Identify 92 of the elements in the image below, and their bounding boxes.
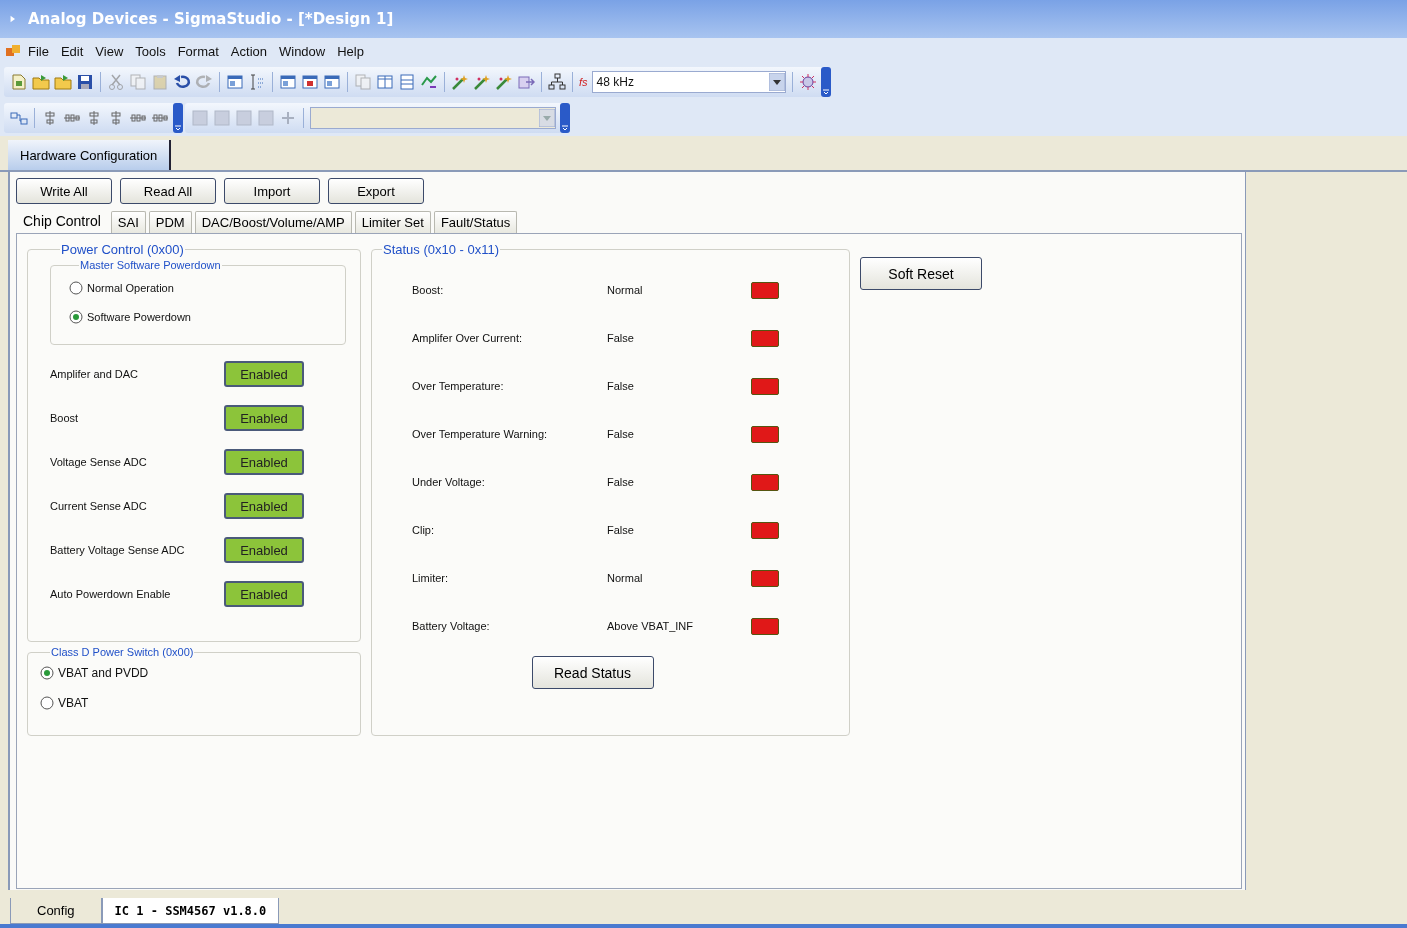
dropdown-arrow-icon[interactable] [768,73,785,91]
window-title: Analog Devices - SigmaStudio - [*Design 1] [28,10,394,28]
group-title: Master Software Powerdown [79,259,222,271]
action-button[interactable]: Import [224,178,320,204]
wand-icon[interactable] [451,73,469,91]
menu-item[interactable]: File [22,41,55,61]
read-status-button[interactable]: Read Status [531,656,654,689]
status-value: Normal [607,284,644,296]
radio-button[interactable] [40,696,54,710]
status-value: False [607,428,635,440]
connect-icon[interactable] [10,109,28,127]
group-title: Class D Power Switch (0x00) [50,646,195,658]
status-value: False [607,476,635,488]
document-tab[interactable]: Hardware Configuration [8,140,172,170]
tab[interactable]: SAI [110,211,146,233]
enabled-toggle[interactable]: Enabled [224,361,304,387]
toolbar-overflow-icon[interactable] [560,103,570,133]
toolbar-overflow-icon[interactable] [173,103,183,133]
action-button[interactable]: Read All [120,178,216,204]
block-label: Current Sense ADC [50,500,147,512]
text-cursor-icon[interactable] [248,73,266,91]
group-title: Status (0x10 - 0x11) [382,242,501,257]
block-label: Boost [50,412,79,424]
export-icon[interactable] [517,73,535,91]
bottom-tab[interactable]: IC 1 - SSM4567 v1.8.0 [101,898,280,924]
status-label: Over Temperature Warning: [412,428,549,440]
block-label: Battery Voltage Sense ADC [50,544,185,556]
toolbar-overflow-icon[interactable] [820,67,831,97]
bottom-tab[interactable]: Config [10,898,102,924]
block-label: Voltage Sense ADC [50,456,147,468]
radio-button[interactable] [40,666,54,680]
menu-item[interactable]: View [89,41,130,61]
menu-item[interactable]: Window [273,41,332,61]
group-title: Power Control (0x00) [60,242,185,257]
block-label: Amplifer and DAC [50,368,139,380]
status-value: Normal [607,572,644,584]
soft-reset-button[interactable]: Soft Reset [860,257,982,290]
folder-icon[interactable] [32,73,50,91]
window-icon[interactable] [323,73,341,91]
network-icon[interactable] [548,73,566,91]
wand-icon[interactable] [473,73,491,91]
menu-item[interactable]: Edit [54,41,90,61]
window-icon[interactable] [226,73,244,91]
window-icon[interactable] [301,73,319,91]
radio-label: Software Powerdown [87,310,191,323]
columns-icon[interactable] [376,73,394,91]
clipboard-icon[interactable] [151,73,169,91]
sample-rate-label: fs [579,76,588,88]
tab[interactable]: Limiter Set [354,211,431,233]
radio-button[interactable] [69,280,83,295]
enabled-toggle[interactable]: Enabled [224,537,304,563]
plus-icon[interactable] [279,109,297,127]
action-button[interactable]: Write All [16,178,112,204]
wand-icon[interactable] [495,73,513,91]
menu-item[interactable]: Action [224,41,273,61]
radio-button[interactable] [69,309,83,324]
radio-label: Normal Operation [87,281,174,294]
menu-item[interactable]: Format [171,41,225,61]
enabled-toggle[interactable]: Enabled [224,405,304,431]
document-icon[interactable] [10,73,28,91]
status-value: False [607,332,635,344]
status-label: Battery Voltage: [412,620,491,632]
menu-item[interactable]: Help [331,41,370,61]
enabled-toggle[interactable]: Enabled [224,581,304,607]
undo-icon[interactable] [173,73,191,91]
sample-rate-dropdown[interactable]: 48 kHz [591,71,786,93]
dropdown[interactable] [310,107,556,129]
status-label: Boost: [412,284,445,296]
scissors-icon[interactable] [107,73,125,91]
status-label: Amplifer Over Current: [412,332,524,344]
tab[interactable]: DAC/Boost/Volume/AMP [194,211,352,233]
tab[interactable]: Fault/Status [433,211,518,233]
status-label: Under Voltage: [412,476,486,488]
block-label: Auto Powerdown Enable [50,588,171,600]
rows-icon[interactable] [398,73,416,91]
status-label: Clip: [412,524,435,536]
status-label: Limiter: [412,572,450,584]
status-value: False [607,524,635,536]
action-button[interactable]: Export [328,178,424,204]
menu-item[interactable]: Tools [129,41,172,61]
status-label: Over Temperature: [412,380,505,392]
copy-icon[interactable] [129,73,147,91]
enabled-toggle[interactable]: Enabled [224,493,304,519]
radio-label: VBAT [58,696,89,710]
radio-label: VBAT and PVDD [58,666,149,680]
enabled-toggle[interactable]: Enabled [224,449,304,475]
window-icon[interactable] [279,73,297,91]
folder-icon[interactable] [54,73,72,91]
save-icon[interactable] [76,73,94,91]
tab[interactable]: PDM [148,211,192,233]
status-value: Above VBAT_INF [607,620,694,632]
status-value: False [607,380,635,392]
